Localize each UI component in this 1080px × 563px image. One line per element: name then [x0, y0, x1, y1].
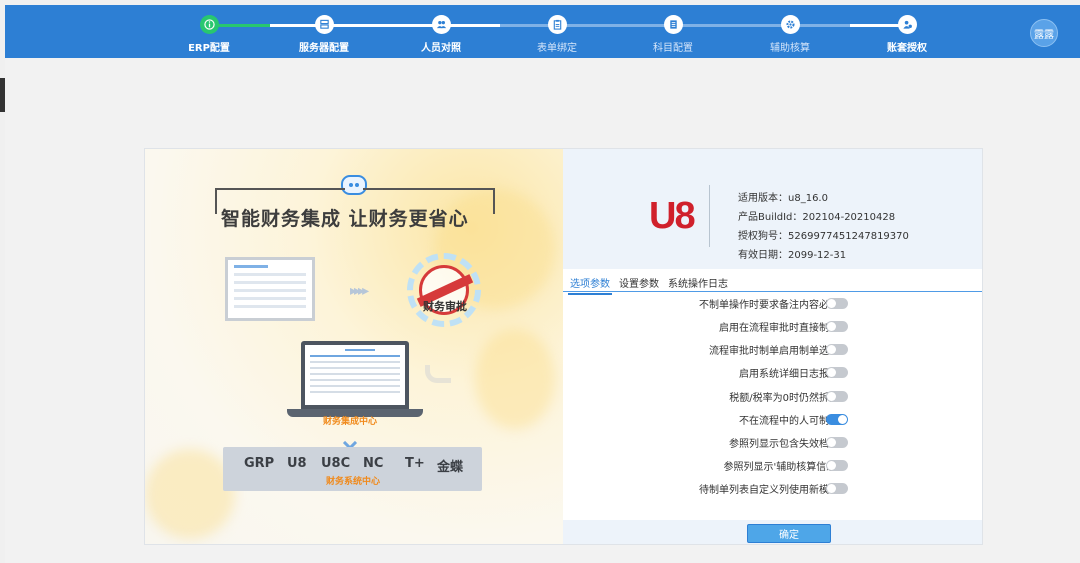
settings-tabs: 选项参数 设置参数 系统操作日志 [563, 271, 982, 295]
option-toggle[interactable] [826, 391, 848, 402]
setup-stepper-bar: ERP配置 服务器配置 人员对照 表单绑定 科目配置 辅助核算 账套授权 露露 [5, 5, 1080, 58]
option-toggle[interactable] [826, 298, 848, 309]
center-label: 财务集成中心 [323, 417, 378, 427]
step-form-binding[interactable]: 表单绑定 [512, 15, 602, 54]
step-subject-config[interactable]: 科目配置 [628, 15, 718, 54]
tab-options[interactable]: 选项参数 [568, 275, 612, 295]
erp-label: 财务系统中心 [325, 477, 380, 487]
erp-item: U8C [321, 456, 351, 471]
dongle-value: 5269977451247819370 [788, 231, 909, 242]
option-toggle[interactable] [826, 414, 848, 425]
user-badge-icon [897, 15, 917, 34]
step-label: ERP配置 [188, 43, 230, 54]
option-toggle[interactable] [826, 460, 848, 471]
tab-settings[interactable]: 设置参数 [619, 275, 659, 290]
erp-item: U8 [287, 456, 307, 471]
expiry-value: 2099-12-31 [788, 250, 847, 261]
return-arrow-icon [425, 365, 451, 383]
approval-label: 财务审批 [423, 300, 467, 313]
erp-item: T+ [405, 456, 425, 471]
dongle-row: 授权狗号：5269977451247819370 [738, 227, 909, 242]
option-toggle[interactable] [826, 437, 848, 448]
version-value: u8_16.0 [788, 193, 828, 204]
step-account-authorization[interactable]: 账套授权 [862, 15, 952, 54]
dongle-label: 授权狗号： [738, 231, 788, 242]
panel-footer: 确定 [563, 520, 982, 544]
step-label: 服务器配置 [299, 43, 349, 54]
clipboard-icon [547, 15, 567, 34]
option-toggle[interactable] [826, 321, 848, 332]
approval-stamp-icon [407, 253, 481, 327]
gear-icon [780, 15, 800, 34]
server-icon [314, 15, 334, 34]
info-icon [199, 15, 219, 34]
step-label: 人员对照 [421, 43, 461, 54]
product-info: U8 适用版本：u8_16.0 产品BuildId：202104-2021042… [563, 149, 982, 269]
step-server-config[interactable]: 服务器配置 [279, 15, 369, 54]
erp-item: NC [363, 456, 384, 471]
version-row: 适用版本：u8_16.0 [738, 189, 828, 204]
confirm-button[interactable]: 确定 [747, 524, 831, 543]
expiry-label: 有效日期： [738, 250, 788, 261]
step-label: 辅助核算 [770, 43, 810, 54]
flow-arrows-icon: ▸▸▸▸ [350, 283, 369, 299]
document-icon [663, 15, 683, 34]
build-label: 产品BuildId： [738, 212, 803, 223]
decor-blob [145, 449, 235, 539]
u8-logo: U8 [649, 195, 696, 237]
step-label: 科目配置 [653, 43, 693, 54]
people-icon [431, 15, 451, 34]
step-auxiliary-accounting[interactable]: 辅助核算 [745, 15, 835, 54]
erp-systems-box: GRP U8 U8C NC T+ 金蝶 财务系统中心 [223, 447, 482, 491]
settings-panel: U8 适用版本：u8_16.0 产品BuildId：202104-2021042… [563, 149, 982, 544]
version-label: 适用版本： [738, 193, 788, 204]
laptop-icon [301, 341, 409, 409]
expiry-row: 有效日期：2099-12-31 [738, 246, 846, 261]
option-toggle[interactable] [826, 344, 848, 355]
config-card: 智能财务集成 让财务更省心 ▸▸▸▸ 财务审批 财务集成中心 GRP U8 U8… [144, 148, 983, 545]
step-erp-config[interactable]: ERP配置 [164, 15, 254, 54]
user-avatar[interactable]: 露露 [1030, 19, 1058, 47]
erp-item: 金蝶 [437, 460, 464, 475]
tab-operation-log[interactable]: 系统操作日志 [668, 275, 728, 290]
logo-divider [709, 185, 710, 247]
form-thumbnail [225, 257, 315, 321]
option-toggle[interactable] [826, 367, 848, 378]
step-people-mapping[interactable]: 人员对照 [396, 15, 486, 54]
step-label: 表单绑定 [537, 43, 577, 54]
promo-headline: 智能财务集成 让财务更省心 [221, 208, 469, 230]
step-label: 账套授权 [887, 43, 927, 54]
erp-item: GRP [244, 456, 275, 471]
build-value: 202104-20210428 [802, 212, 896, 223]
option-toggle[interactable] [826, 483, 848, 494]
left-edge-handle [0, 78, 5, 112]
build-row: 产品BuildId：202104-20210428 [738, 208, 895, 223]
decor-blob [475, 329, 555, 429]
promo-illustration: 智能财务集成 让财务更省心 ▸▸▸▸ 财务审批 财务集成中心 GRP U8 U8… [145, 149, 563, 544]
